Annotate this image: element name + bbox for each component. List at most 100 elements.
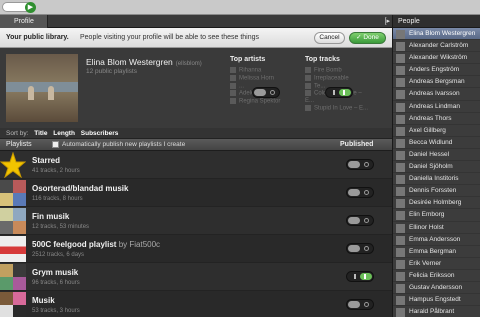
people-sidebar: People Elina Blom Westergren Alexander C… — [392, 15, 480, 317]
playlist-meta: 116 tracks, 8 hours — [32, 196, 83, 202]
public-library-banner: Your public library. People visiting you… — [0, 28, 392, 48]
sort-title-button[interactable]: Title — [34, 130, 47, 137]
avatar — [396, 42, 405, 52]
person-item[interactable]: Dennis Forssten — [393, 185, 480, 198]
playlist-cover — [0, 236, 26, 262]
avatar — [396, 102, 405, 112]
avatar — [396, 66, 405, 76]
person-item[interactable]: Daniella Institoris — [393, 173, 480, 186]
avatar — [396, 187, 405, 197]
person-item[interactable]: Ellinor Holst — [393, 222, 480, 234]
profile-name: Elina Blom Westergren (ellsblom) — [86, 57, 202, 67]
person-item[interactable]: Gustav Andersson — [393, 282, 480, 295]
person-item[interactable]: Hampus Engstedt — [393, 294, 480, 307]
person-item[interactable]: Desirée Holmberg — [393, 197, 480, 210]
profile-photo — [6, 54, 78, 122]
playlist-row[interactable]: Starred 41 tracks, 2 hours — [0, 151, 392, 179]
person-item[interactable]: Emma Andersson — [393, 234, 480, 246]
profile-section: Elina Blom Westergren (ellsblom) 12 publi… — [0, 48, 392, 128]
person-item[interactable]: Andreas Lindman — [393, 101, 480, 113]
avatar — [396, 90, 405, 100]
person-item[interactable]: Emma Bergman — [393, 246, 480, 258]
person-item[interactable]: Elin Emborg — [393, 209, 480, 222]
playlist-row[interactable]: Musik 53 tracks, 3 hours — [0, 291, 392, 317]
person-item[interactable]: Alexander Carlström — [393, 40, 480, 53]
album-mosaic-cover — [0, 264, 26, 290]
playlist-publish-toggle[interactable] — [346, 159, 374, 170]
avatar — [396, 259, 405, 269]
person-item[interactable]: Alexander Wikström — [393, 52, 480, 65]
people-header: People — [393, 15, 480, 28]
avatar — [396, 150, 405, 160]
person-item[interactable]: Andreas Thors — [393, 113, 480, 125]
avatar — [396, 78, 405, 88]
auto-publish-checkbox[interactable] — [52, 141, 59, 148]
arrow-right-icon[interactable]: ▶ — [25, 2, 36, 13]
playlist-publish-toggle[interactable] — [346, 271, 374, 282]
playlist-row[interactable]: Grym musik 96 tracks, 6 hours — [0, 263, 392, 291]
person-item[interactable]: Becca Widlund — [393, 137, 480, 149]
avatar — [396, 283, 405, 293]
list-item[interactable]: Fire Bomb — [305, 67, 371, 75]
avatar — [396, 175, 405, 185]
playlist-publish-toggle[interactable] — [346, 243, 374, 254]
collapse-sidebar-icon[interactable]: [▸ — [385, 17, 390, 25]
playlist-name: Fin musik — [32, 212, 70, 221]
person-item[interactable]: Andreas Bergsman — [393, 76, 480, 89]
banner-title: Your public library. — [6, 34, 69, 41]
star-icon — [0, 151, 27, 179]
tab-profile[interactable]: Profile — [0, 15, 48, 28]
list-item[interactable]: Rihanna — [230, 67, 296, 75]
playlist-name: Osorterad/blandad musik — [32, 184, 129, 193]
published-column-header: Published — [340, 141, 374, 148]
sort-subscribers-button[interactable]: Subscribers — [81, 130, 119, 137]
done-button[interactable]: ✓ Done — [349, 32, 386, 44]
avatar — [396, 163, 405, 173]
person-item[interactable]: Andreas Ivarsson — [393, 88, 480, 101]
playlist-publish-toggle[interactable] — [346, 215, 374, 226]
cancel-button[interactable]: Cancel — [314, 32, 345, 44]
avatar — [396, 138, 405, 148]
avatar — [396, 296, 405, 306]
list-item[interactable]: Irreplaceable — [305, 74, 371, 83]
avatar — [396, 126, 405, 136]
avatar — [396, 211, 405, 221]
sort-length-button[interactable]: Length — [53, 130, 75, 137]
playlist-meta: 2512 tracks, 6 days — [32, 252, 85, 258]
sort-bar: Sort by: Title Length Subscribers — [0, 128, 392, 139]
profile-nickname: (ellsblom) — [175, 61, 202, 67]
list-item[interactable]: Regina Spektor — [230, 98, 296, 106]
playlist-name: Starred — [32, 156, 61, 165]
top-artists-heading: Top artists — [230, 56, 266, 63]
person-item[interactable]: Axel Gillberg — [393, 125, 480, 137]
top-artists-publish-toggle[interactable] — [252, 87, 280, 98]
list-item[interactable]: Stupid In Love – E... — [305, 105, 371, 113]
playlist-publish-toggle[interactable] — [346, 299, 374, 310]
playlist-name: Musik — [32, 296, 55, 305]
playlist-row[interactable]: Fin musik 12 tracks, 53 minutes — [0, 207, 392, 235]
tab-bar: Profile [▸ — [0, 15, 392, 28]
person-item[interactable]: Harald Pålbrant — [393, 306, 480, 317]
person-item[interactable]: Daniel Hessel — [393, 149, 480, 162]
playlists-header: Playlists Automatically publish new play… — [0, 139, 392, 151]
top-tracks-publish-toggle[interactable] — [325, 87, 353, 98]
playlist-row[interactable]: 500C feelgood playlist by Fiat500c 2512 … — [0, 235, 392, 263]
playlist-publish-toggle[interactable] — [346, 187, 374, 198]
avatar — [396, 30, 405, 39]
playlist-name: 500C feelgood playlist by Fiat500c — [32, 240, 161, 249]
list-item[interactable]: Melissa Horn — [230, 74, 296, 83]
playlist-row[interactable]: Osorterad/blandad musik 116 tracks, 8 ho… — [0, 179, 392, 207]
person-item[interactable]: Elina Blom Westergren — [393, 28, 480, 41]
person-item[interactable]: Anders Engström — [393, 64, 480, 77]
person-item[interactable]: Daniel Sjöholm — [393, 161, 480, 174]
playlist-name: Grym musik — [32, 268, 79, 277]
avatar — [396, 247, 405, 257]
album-mosaic-cover — [0, 208, 26, 234]
profile-subtitle: 12 public playlists — [86, 68, 137, 75]
person-item[interactable]: Erik Verner — [393, 258, 480, 270]
playlist-meta: 96 tracks, 6 hours — [32, 280, 80, 286]
auto-publish-label[interactable]: Automatically publish new playlists I cr… — [62, 139, 185, 151]
album-mosaic-cover — [0, 180, 26, 206]
playlist-meta: 41 tracks, 2 hours — [32, 168, 80, 174]
person-item[interactable]: Felicia Eriksson — [393, 270, 480, 282]
